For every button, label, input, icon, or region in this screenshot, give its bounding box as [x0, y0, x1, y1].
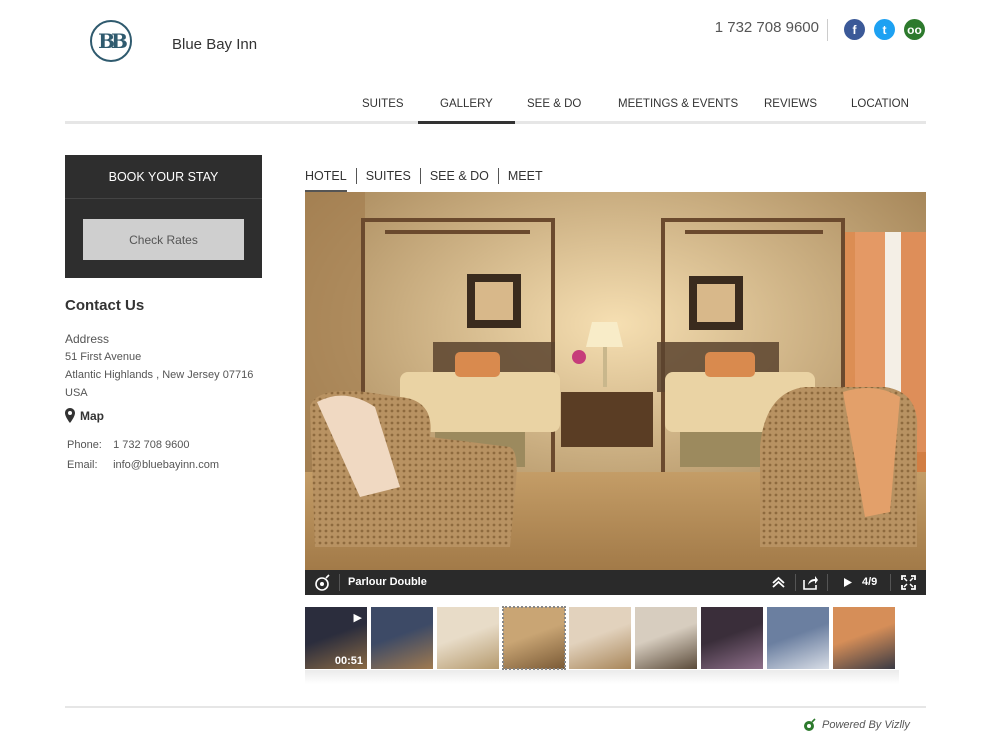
- thumb-living-room[interactable]: [437, 607, 499, 669]
- tripadvisor-icon[interactable]: oo: [904, 19, 925, 40]
- facebook-icon[interactable]: f: [844, 19, 865, 40]
- thumb-marina[interactable]: [767, 607, 829, 669]
- photo-counter: 4/9: [862, 576, 878, 588]
- twitter-icon[interactable]: t: [874, 19, 895, 40]
- nav-gallery[interactable]: GALLERY: [418, 98, 515, 124]
- gallery-main-photo[interactable]: [305, 192, 926, 570]
- tab-meet[interactable]: MEET: [497, 168, 552, 184]
- thumb-sunset[interactable]: [833, 607, 895, 669]
- brand-logo[interactable]: BB: [90, 20, 132, 62]
- footer-divider: [65, 706, 926, 708]
- phone-value[interactable]: 1 732 708 9600: [113, 439, 189, 451]
- nav-reviews[interactable]: REVIEWS: [764, 98, 817, 110]
- thumbnail-strip: 00:51 ▶: [305, 606, 895, 670]
- email-value[interactable]: info@bluebayinn.com: [113, 459, 219, 471]
- thumb-suite-bedroom[interactable]: [569, 607, 631, 669]
- nav-meetings-events[interactable]: MEETINGS & EVENTS: [618, 98, 738, 110]
- header-phone[interactable]: 1 732 708 9600: [715, 19, 828, 41]
- vizlly-logo-icon[interactable]: [314, 574, 331, 591]
- video-camera-icon: ▶: [353, 612, 362, 624]
- address-line: Atlantic Highlands , New Jersey 07716: [65, 369, 254, 381]
- share-icon[interactable]: [802, 574, 819, 591]
- thumb-parlour-double[interactable]: [502, 606, 566, 670]
- thumbnail-reflection: [305, 670, 899, 684]
- book-your-stay-panel: BOOK YOUR STAY Check Rates: [65, 155, 262, 278]
- powered-by[interactable]: Powered By Vizlly: [803, 718, 910, 732]
- address-line: USA: [65, 387, 88, 399]
- address-label: Address: [65, 332, 110, 346]
- brand-name[interactable]: Blue Bay Inn: [172, 36, 257, 53]
- gallery-control-bar: Parlour Double 4/9: [305, 570, 926, 595]
- video-duration: 00:51: [334, 655, 363, 667]
- map-link[interactable]: Map: [65, 408, 104, 423]
- address-line: 51 First Avenue: [65, 351, 142, 363]
- tab-hotel[interactable]: HOTEL: [305, 168, 356, 192]
- map-pin-icon: [65, 408, 75, 423]
- email-row: Email: info@bluebayinn.com: [67, 459, 219, 471]
- nav-see-do[interactable]: SEE & DO: [527, 98, 581, 110]
- email-label: Email:: [67, 459, 98, 471]
- bedroom-illustration: [305, 192, 926, 570]
- book-your-stay-title: BOOK YOUR STAY: [65, 155, 262, 199]
- thumb-exterior-evening[interactable]: [371, 607, 433, 669]
- main-nav: SUITES GALLERY SEE & DO MEETINGS & EVENT…: [65, 90, 926, 124]
- tab-see-do[interactable]: SEE & DO: [419, 168, 498, 184]
- photo-title: Parlour Double: [348, 576, 427, 588]
- play-icon[interactable]: [839, 574, 856, 591]
- phone-row: Phone: 1 732 708 9600: [67, 439, 190, 451]
- vizlly-logo-icon: [804, 718, 816, 731]
- gallery-tabs: HOTEL SUITES SEE & DO MEET: [305, 168, 552, 192]
- thumb-dining[interactable]: [701, 607, 763, 669]
- collapse-chevrons-icon[interactable]: [770, 574, 787, 591]
- map-label[interactable]: Map: [80, 409, 104, 423]
- thumb-exterior-video[interactable]: 00:51 ▶: [305, 607, 367, 669]
- thumb-kitchen[interactable]: [635, 607, 697, 669]
- nav-suites[interactable]: SUITES: [362, 98, 404, 110]
- fullscreen-icon[interactable]: [900, 574, 917, 591]
- powered-by-text[interactable]: Powered By Vizlly: [822, 719, 910, 731]
- check-rates-button[interactable]: Check Rates: [83, 219, 244, 260]
- social-links: f t oo: [844, 19, 925, 40]
- tab-suites[interactable]: SUITES: [355, 168, 420, 184]
- address-block: Address 51 First Avenue Atlantic Highlan…: [65, 330, 253, 402]
- phone-label: Phone:: [67, 439, 102, 451]
- contact-title: Contact Us: [65, 297, 145, 314]
- nav-location[interactable]: LOCATION: [851, 98, 909, 110]
